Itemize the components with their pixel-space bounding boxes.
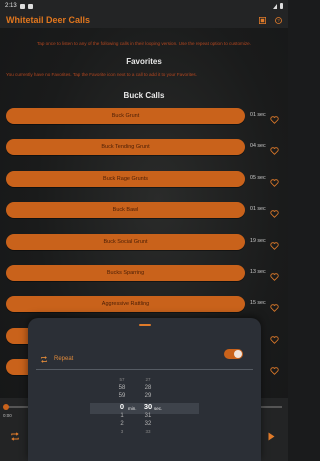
- call-name: Aggressive Rattling: [101, 301, 150, 308]
- call-name: Buck Tending Grunt: [101, 144, 150, 151]
- call-duration: 01 sec: [250, 112, 266, 118]
- svg-text:?: ?: [277, 18, 280, 23]
- divider: [36, 369, 253, 370]
- favorites-empty-note: You currently have no Favorites. Tap the…: [6, 72, 197, 77]
- call-name: Bucks Sparring: [106, 269, 145, 276]
- picker-value: 31: [144, 412, 152, 419]
- call-button[interactable]: Buck Grunt: [6, 108, 245, 124]
- elapsed-time: 0:00: [3, 413, 12, 418]
- repeat-label: Repeat: [54, 356, 74, 362]
- heart-icon[interactable]: [270, 268, 279, 286]
- picker-value: 2: [120, 420, 124, 427]
- heart-icon[interactable]: [270, 205, 279, 223]
- list-item: Buck Tending Grunt 04 sec: [0, 139, 288, 156]
- list-item: Buck Social Grunt 19 sec: [0, 233, 288, 250]
- minutes-unit: min.: [128, 406, 137, 411]
- heart-icon[interactable]: [270, 299, 279, 317]
- call-duration: 13 sec: [250, 268, 266, 275]
- heart-icon[interactable]: [270, 111, 279, 129]
- call-name: Buck Rage Grunts: [103, 175, 148, 182]
- picker-value: 58: [118, 385, 126, 392]
- repeat-row: Repeat: [40, 350, 73, 368]
- call-duration: 19 sec: [250, 237, 266, 244]
- play-icon[interactable]: [268, 428, 275, 446]
- wifi-icon: [273, 3, 277, 9]
- picker-value: 3: [120, 428, 124, 434]
- call-button[interactable]: Bucks Sparring: [6, 264, 245, 281]
- app-bar: Whitetail Deer Calls ?: [0, 12, 288, 28]
- seek-thumb[interactable]: [3, 404, 9, 410]
- toggle-knob: [234, 350, 242, 358]
- call-duration: 04 sec: [250, 143, 266, 150]
- intro-text: Tap once to listen to any of the followi…: [37, 41, 251, 46]
- heart-icon[interactable]: [270, 142, 279, 160]
- list-item: Aggressive Rattling 15 sec: [0, 296, 288, 313]
- call-button[interactable]: Aggressive Rattling: [6, 296, 245, 313]
- picker-value: 27: [145, 377, 151, 382]
- picker-value: 33: [145, 428, 151, 434]
- heart-icon[interactable]: [270, 331, 279, 349]
- call-name: Buck Social Grunt: [103, 238, 148, 245]
- seconds-unit: sec.: [154, 406, 163, 411]
- call-duration: 05 sec: [250, 174, 266, 181]
- call-name: Buck Grunt: [111, 113, 140, 119]
- favorites-title: Favorites: [126, 57, 162, 66]
- sim-icon: [27, 3, 33, 9]
- repeat-icon[interactable]: [10, 428, 20, 446]
- picker-value: 29: [144, 393, 152, 400]
- repeat-icon: [40, 350, 48, 368]
- status-time: 2:13: [5, 3, 17, 9]
- call-button[interactable]: Buck Bawl: [6, 202, 245, 219]
- call-button[interactable]: Buck Tending Grunt: [6, 139, 245, 156]
- list-item: Buck Grunt 01 sec: [0, 108, 288, 124]
- picker-value: 59: [118, 393, 126, 400]
- shield-icon: [19, 3, 25, 9]
- picker-value: 28: [144, 385, 152, 392]
- repeat-toggle[interactable]: [224, 349, 243, 359]
- heart-icon[interactable]: [270, 362, 279, 380]
- heart-icon[interactable]: [270, 237, 279, 255]
- call-name: Buck Bawl: [112, 207, 139, 214]
- battery-icon: [280, 3, 283, 9]
- list-item: Buck Rage Grunts 05 sec: [0, 170, 288, 187]
- grid-icon[interactable]: [259, 16, 266, 24]
- call-duration: 01 sec: [250, 206, 266, 213]
- list-item: Bucks Sparring 13 sec: [0, 264, 288, 281]
- sheet-drag-handle[interactable]: [139, 324, 151, 326]
- status-bar: 2:13: [0, 0, 288, 12]
- call-duration: 15 sec: [250, 300, 266, 307]
- help-icon[interactable]: ?: [275, 16, 282, 24]
- call-button[interactable]: Buck Rage Grunts: [6, 170, 245, 187]
- picker-value: 1: [120, 412, 124, 419]
- list-item: Buck Bawl 01 sec: [0, 202, 288, 219]
- repeat-bottom-sheet: Repeat 57 58 59 0 1 2 3 min. 27 28 29 30…: [28, 318, 261, 461]
- heart-icon[interactable]: [270, 174, 279, 192]
- call-button[interactable]: Buck Social Grunt: [6, 233, 245, 250]
- buck-calls-title: Buck Calls: [123, 91, 165, 100]
- picker-value: 32: [144, 420, 152, 427]
- picker-value: 57: [119, 377, 125, 382]
- app-title: Whitetail Deer Calls: [6, 15, 91, 25]
